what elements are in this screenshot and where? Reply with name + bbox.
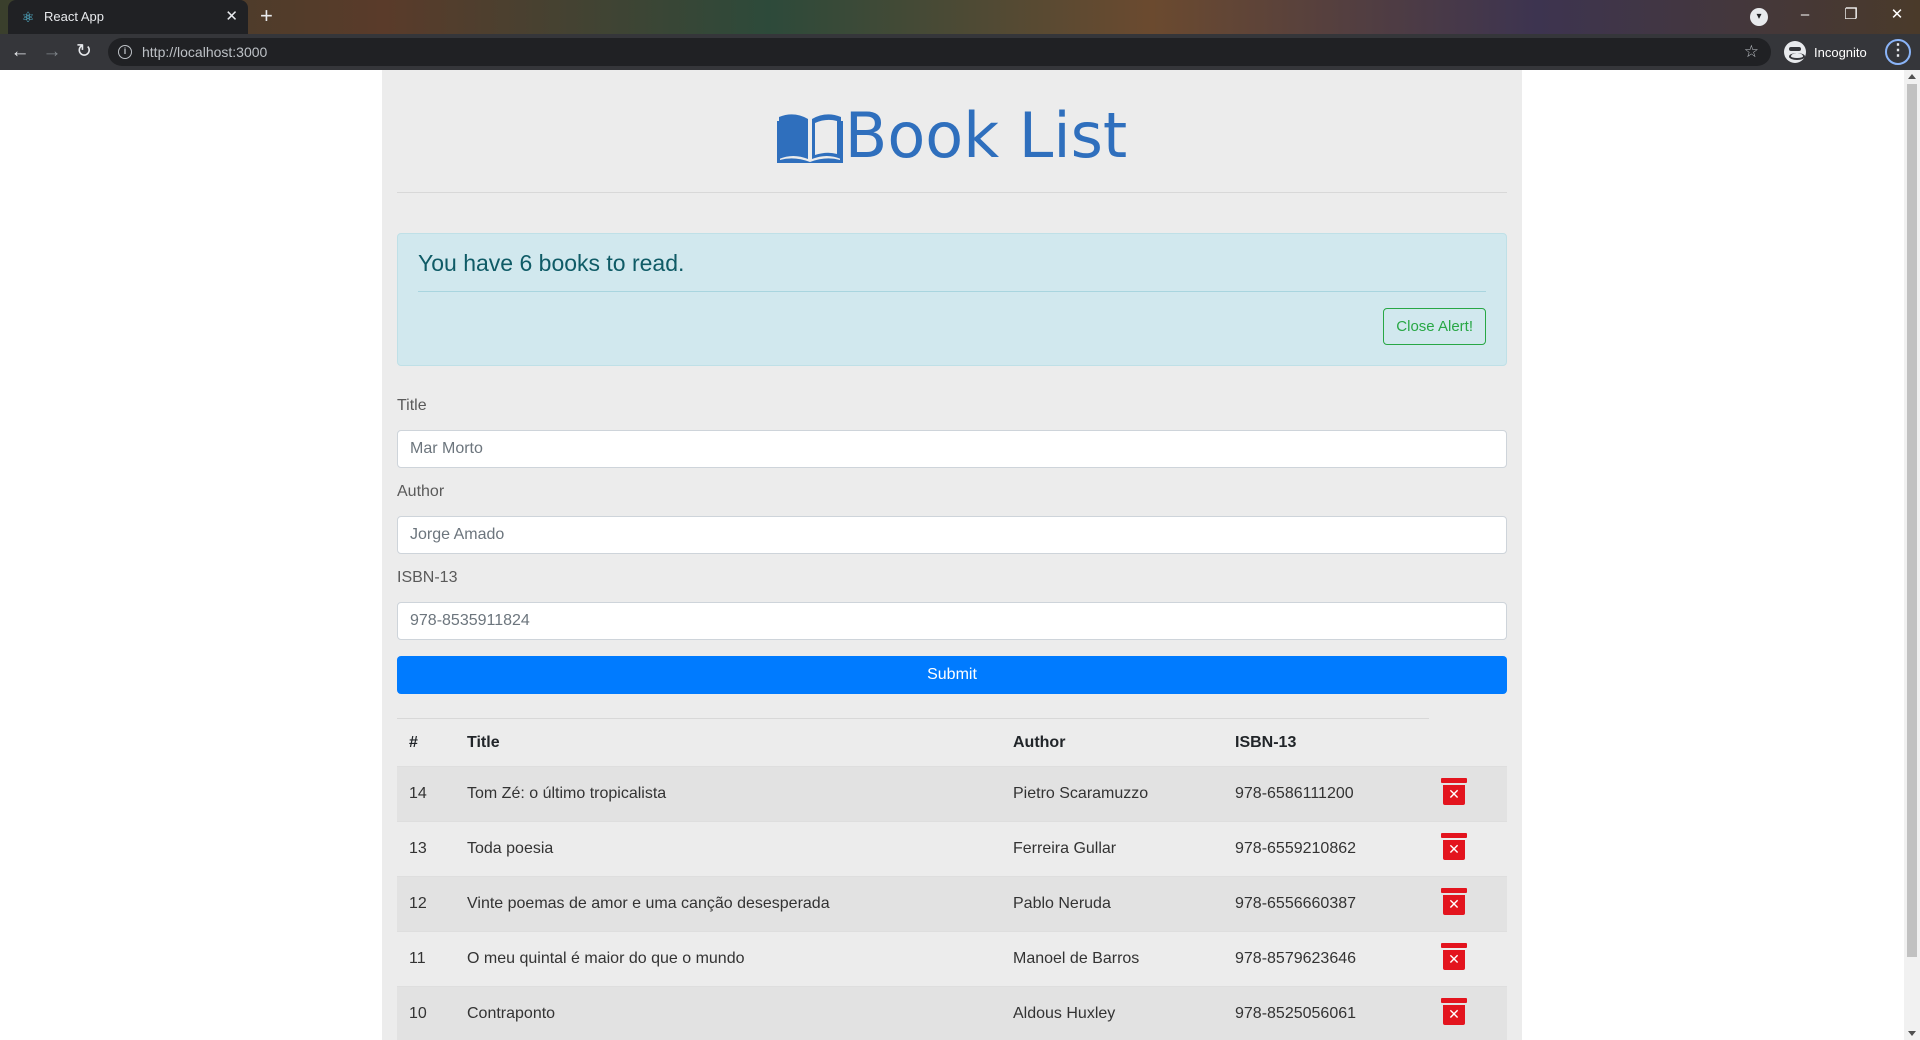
- row-actions: ✕: [1429, 986, 1507, 1040]
- row-title: Contraponto: [455, 986, 1001, 1040]
- app-container: Book List You have 6 books to read. Clos…: [382, 70, 1522, 1040]
- back-arrow-icon[interactable]: ←: [8, 40, 32, 64]
- page-viewport: Book List You have 6 books to read. Clos…: [0, 70, 1920, 1040]
- author-input[interactable]: [397, 516, 1507, 554]
- row-actions: ✕: [1429, 876, 1507, 932]
- row-actions: ✕: [1429, 931, 1507, 987]
- browser-tab[interactable]: ⚛ React App ✕: [8, 0, 248, 34]
- incognito-indicator[interactable]: Incognito: [1784, 39, 1867, 65]
- col-header-isbn: ISBN-13: [1223, 718, 1429, 767]
- trash-delete-icon[interactable]: ✕: [1441, 832, 1467, 861]
- tab-close-icon[interactable]: ✕: [225, 7, 238, 25]
- site-info-icon[interactable]: i: [118, 45, 132, 59]
- row-title: Tom Zé: o último tropicalista: [455, 766, 1001, 822]
- incognito-label: Incognito: [1814, 44, 1867, 60]
- restore-button[interactable]: ❐: [1828, 0, 1874, 34]
- bookmark-star-icon[interactable]: ☆: [1744, 42, 1759, 62]
- open-book-icon: [776, 114, 843, 163]
- browser-tab-bar: ⚛ React App ✕ + ▾ – ❐ ✕: [0, 0, 1920, 34]
- table-row: 14 Tom Zé: o último tropicalista Pietro …: [397, 766, 1507, 822]
- row-actions: ✕: [1429, 766, 1507, 822]
- isbn-input[interactable]: [397, 602, 1507, 640]
- table-row: 11 O meu quintal é maior do que o mundo …: [397, 931, 1507, 987]
- row-isbn: 978-6556660387: [1223, 876, 1429, 932]
- trash-delete-icon[interactable]: ✕: [1441, 777, 1467, 806]
- react-favicon-icon: ⚛: [21, 9, 35, 25]
- col-header-title: Title: [455, 718, 1001, 767]
- browser-menu-icon[interactable]: ⋮: [1885, 39, 1911, 65]
- trash-delete-icon[interactable]: ✕: [1441, 942, 1467, 971]
- close-alert-button[interactable]: Close Alert!: [1383, 308, 1486, 345]
- row-num: 13: [397, 821, 455, 877]
- scroll-up-icon[interactable]: [1908, 74, 1916, 79]
- row-num: 12: [397, 876, 455, 932]
- address-bar[interactable]: i http://localhost:3000 ☆: [108, 38, 1771, 66]
- books-table: # Title Author ISBN-13 14 Tom Zé: o últi…: [397, 718, 1507, 1040]
- row-title: Toda poesia: [455, 821, 1001, 877]
- row-isbn: 978-6586111200: [1223, 766, 1429, 822]
- row-isbn: 978-8579623646: [1223, 931, 1429, 987]
- isbn-label: ISBN-13: [397, 569, 458, 586]
- row-num: 10: [397, 986, 455, 1040]
- close-window-button[interactable]: ✕: [1874, 0, 1920, 34]
- page-title: Book List: [397, 100, 1507, 172]
- tab-search-icon[interactable]: ▾: [1750, 8, 1768, 26]
- forward-arrow-icon[interactable]: →: [40, 40, 64, 64]
- info-alert: You have 6 books to read. Close Alert!: [397, 233, 1507, 366]
- author-label: Author: [397, 483, 445, 500]
- page-header: Book List: [397, 70, 1507, 193]
- row-author: Manoel de Barros: [1001, 931, 1223, 987]
- row-author: Ferreira Gullar: [1001, 821, 1223, 877]
- title-label: Title: [397, 397, 427, 414]
- row-isbn: 978-6559210862: [1223, 821, 1429, 877]
- minimize-button[interactable]: –: [1782, 0, 1828, 34]
- row-author: Pietro Scaramuzzo: [1001, 766, 1223, 822]
- window-controls: – ❐ ✕: [1782, 0, 1920, 34]
- title-input[interactable]: [397, 430, 1507, 468]
- reload-icon[interactable]: ↻: [72, 40, 96, 64]
- row-isbn: 978-8525056061: [1223, 986, 1429, 1040]
- col-header-delete: [1429, 719, 1507, 767]
- page-scrollbar[interactable]: [1904, 70, 1920, 1040]
- alert-heading: You have 6 books to read.: [418, 250, 685, 276]
- row-num: 11: [397, 931, 455, 987]
- row-title: O meu quintal é maior do que o mundo: [455, 931, 1001, 987]
- col-header-author: Author: [1001, 718, 1223, 767]
- incognito-icon: [1784, 41, 1806, 63]
- tab-title: React App: [44, 9, 104, 24]
- table-row: 12 Vinte poemas de amor e uma canção des…: [397, 876, 1507, 932]
- table-header-row: # Title Author ISBN-13: [397, 718, 1507, 767]
- trash-delete-icon[interactable]: ✕: [1441, 887, 1467, 916]
- row-num: 14: [397, 766, 455, 822]
- table-row: 10 Contraponto Aldous Huxley 978-8525056…: [397, 986, 1507, 1040]
- new-tab-button[interactable]: +: [260, 3, 273, 29]
- col-header-num: #: [397, 718, 455, 767]
- trash-delete-icon[interactable]: ✕: [1441, 997, 1467, 1026]
- table-row: 13 Toda poesia Ferreira Gullar 978-65592…: [397, 821, 1507, 877]
- scroll-down-icon[interactable]: [1908, 1031, 1916, 1036]
- row-actions: ✕: [1429, 821, 1507, 877]
- row-author: Pablo Neruda: [1001, 876, 1223, 932]
- row-author: Aldous Huxley: [1001, 986, 1223, 1040]
- page-title-text: Book List: [844, 99, 1128, 172]
- scroll-thumb[interactable]: [1907, 84, 1917, 957]
- submit-button[interactable]: Submit: [397, 656, 1507, 694]
- alert-divider: [418, 291, 1486, 292]
- row-title: Vinte poemas de amor e uma canção desesp…: [455, 876, 1001, 932]
- browser-toolbar: ← → ↻ i http://localhost:3000 ☆ Incognit…: [0, 34, 1920, 70]
- url-text[interactable]: http://localhost:3000: [142, 44, 267, 60]
